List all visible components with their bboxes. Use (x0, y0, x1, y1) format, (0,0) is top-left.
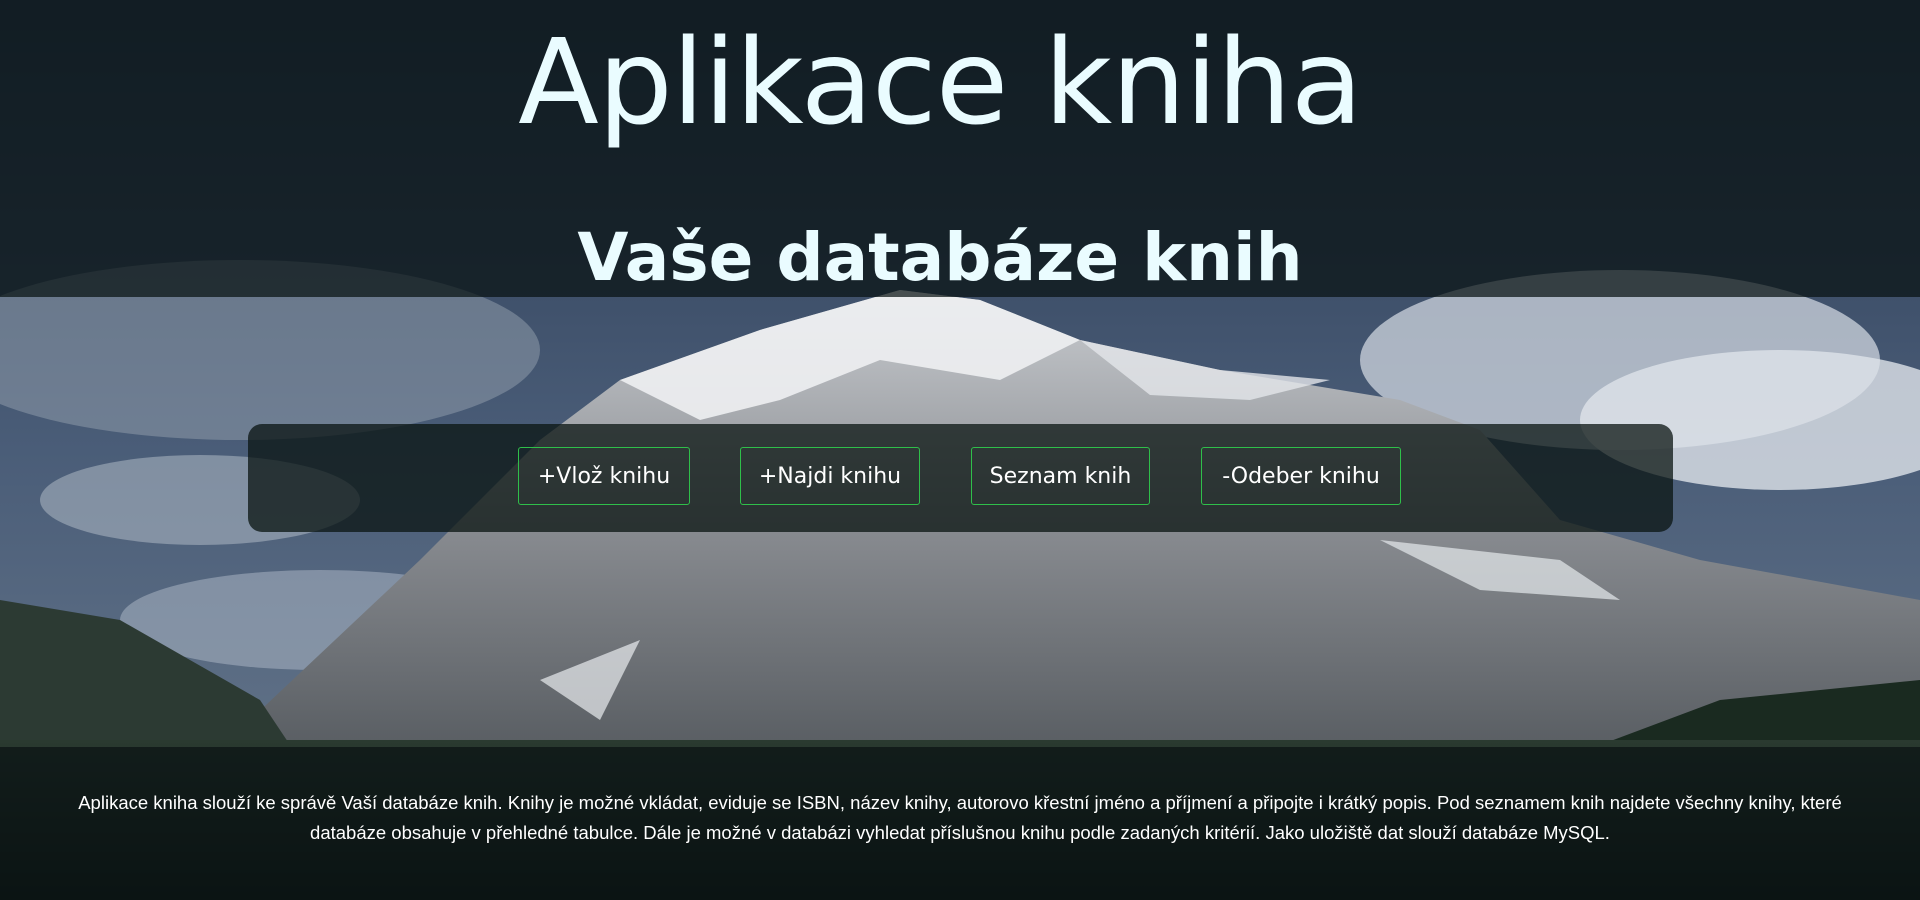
book-list-button[interactable]: Seznam knih (971, 447, 1150, 505)
nav-panel: +Vlož knihu +Najdi knihu Seznam knih -Od… (248, 424, 1673, 532)
app-description: Aplikace kniha slouží ke správě Vaší dat… (78, 792, 1842, 843)
page-subtitle: Vaše databáze knih (577, 219, 1303, 296)
app-title: Aplikace kniha (518, 13, 1363, 151)
add-book-button[interactable]: +Vlož knihu (518, 447, 690, 505)
page: Aplikace kniha Vaše databáze knih +Vlož … (0, 0, 1920, 900)
remove-book-button[interactable]: -Odeber knihu (1201, 447, 1401, 505)
find-book-button[interactable]: +Najdi knihu (740, 447, 920, 505)
